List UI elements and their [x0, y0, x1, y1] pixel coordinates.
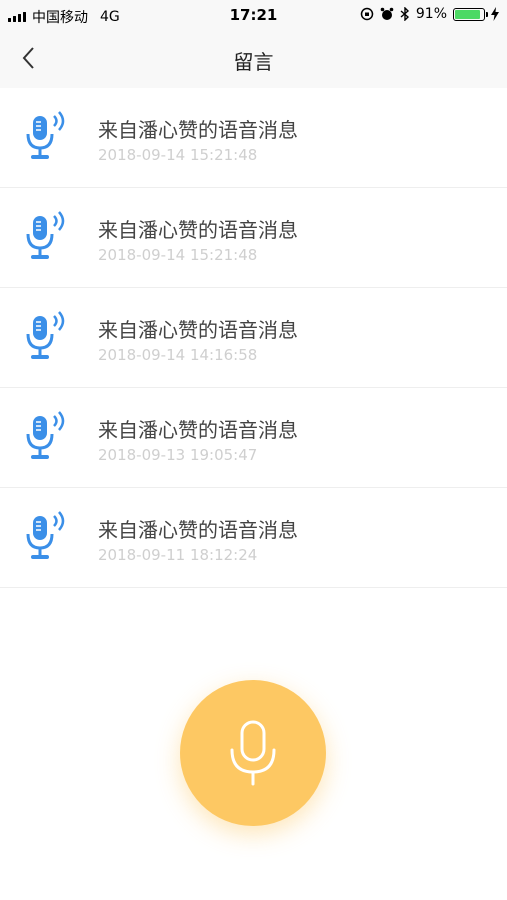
charging-icon — [491, 7, 499, 21]
status-right: 91% — [360, 6, 499, 22]
orientation-lock-icon — [360, 7, 374, 21]
alarm-icon — [380, 7, 394, 20]
message-title: 来自潘心赞的语音消息 — [98, 318, 298, 342]
voice-mic-icon — [26, 411, 65, 459]
list-item[interactable]: 来自潘心赞的语音消息 2018-09-13 19:05:47 — [0, 388, 507, 488]
message-time: 2018-09-14 15:21:48 — [98, 146, 258, 164]
list-item[interactable]: 来自潘心赞的语音消息 2018-09-11 18:12:24 — [0, 488, 507, 588]
status-bar: 中国移动 4G 17:21 91% — [0, 0, 507, 30]
message-time: 2018-09-14 15:21:48 — [98, 246, 258, 264]
message-title: 来自潘心赞的语音消息 — [98, 218, 298, 242]
voice-mic-icon — [26, 111, 65, 159]
message-title: 来自潘心赞的语音消息 — [98, 118, 298, 142]
list-item[interactable]: 来自潘心赞的语音消息 2018-09-14 15:21:48 — [0, 188, 507, 288]
list-item[interactable]: 来自潘心赞的语音消息 2018-09-14 14:16:58 — [0, 288, 507, 388]
record-button[interactable] — [180, 680, 326, 826]
message-title: 来自潘心赞的语音消息 — [98, 418, 298, 442]
message-time: 2018-09-13 19:05:47 — [98, 446, 258, 464]
page-title: 留言 — [233, 50, 274, 74]
message-time: 2018-09-14 14:16:58 — [98, 346, 258, 364]
battery-icon — [453, 7, 488, 21]
voice-mic-icon — [26, 511, 65, 559]
voice-mic-icon — [26, 311, 65, 359]
message-list: 来自潘心赞的语音消息 2018-09-14 15:21:48 来自潘心赞的语音消… — [0, 88, 507, 588]
battery-percent: 91% — [415, 6, 447, 22]
battery-fill — [455, 9, 481, 19]
bluetooth-icon — [400, 7, 409, 21]
message-title: 来自潘心赞的语音消息 — [98, 518, 298, 542]
microphone-icon — [230, 720, 276, 786]
voice-mic-icon — [26, 211, 65, 259]
list-item[interactable]: 来自潘心赞的语音消息 2018-09-14 15:21:48 — [0, 88, 507, 188]
nav-bar: 留言 — [0, 30, 507, 88]
message-time: 2018-09-11 18:12:24 — [98, 546, 258, 564]
